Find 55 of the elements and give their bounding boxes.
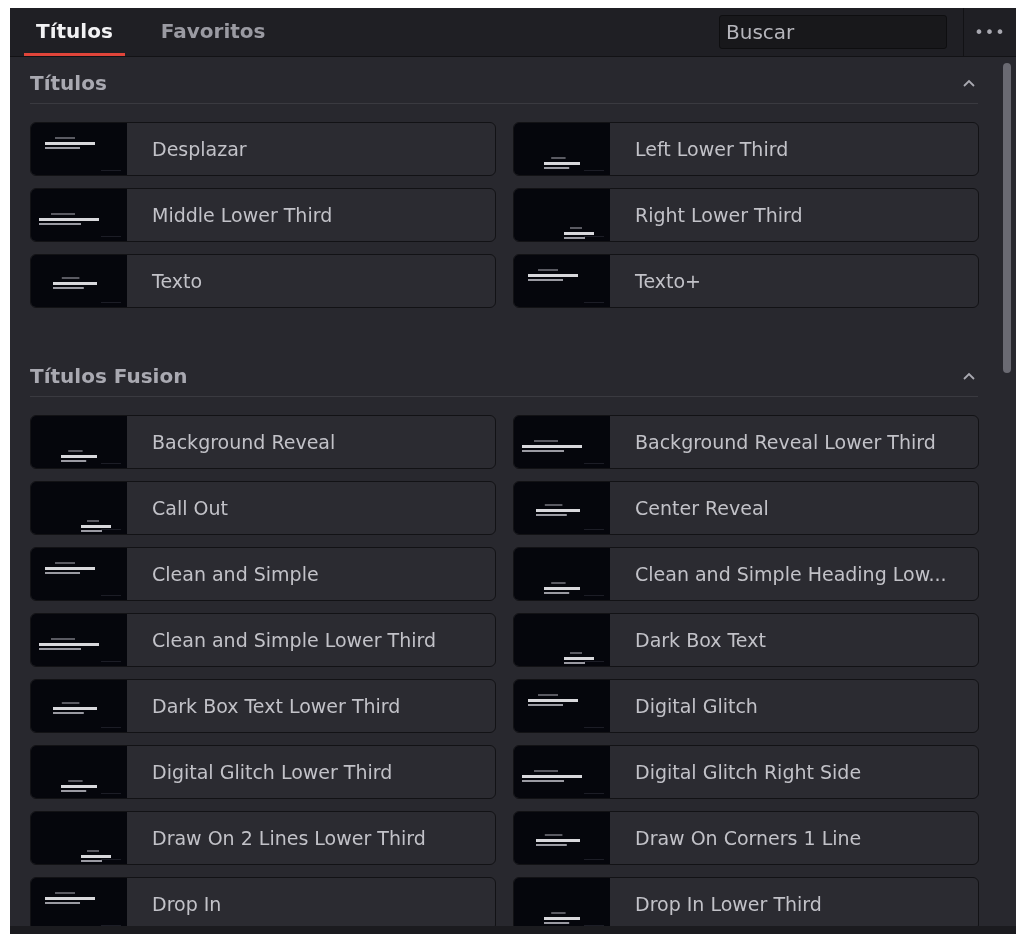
item-label: Clean and Simple (152, 563, 319, 585)
title-item[interactable]: Left Lower Third (513, 122, 979, 176)
item-label: Texto (152, 270, 203, 292)
item-label: Digital Glitch (635, 695, 758, 717)
chevron-icon[interactable] (962, 78, 976, 88)
title-item[interactable]: Digital Glitch (513, 679, 979, 733)
title-item[interactable]: Digital Glitch Lower Third (30, 745, 496, 799)
item-label: Background Reveal (152, 431, 336, 453)
item-label: Left Lower Third (635, 138, 789, 160)
item-label: Draw On 2 Lines Lower Third (152, 827, 426, 849)
tab[interactable]: Favoritos (148, 8, 278, 56)
chevron-icon[interactable] (962, 371, 976, 381)
section-title: Títulos Fusion (30, 364, 188, 388)
more-button[interactable]: ••• (964, 8, 1016, 56)
section-header[interactable]: Títulos Fusion (30, 364, 978, 397)
item-label: Dark Box Text Lower Third (152, 695, 401, 717)
title-item[interactable]: Digital Glitch Right Side (513, 745, 979, 799)
title-item[interactable]: Draw On Corners 1 Line (513, 811, 979, 865)
title-item[interactable]: Draw On 2 Lines Lower Third (30, 811, 496, 865)
title-item[interactable]: Background Reveal Lower Third (513, 415, 979, 469)
section-header[interactable]: Títulos (30, 71, 978, 104)
title-item[interactable]: Texto (30, 254, 496, 308)
title-item[interactable]: Right Lower Third (513, 188, 979, 242)
title-item[interactable]: Desplazar (30, 122, 496, 176)
item-label: Dark Box Text (635, 629, 766, 651)
title-item[interactable]: Middle Lower Third (30, 188, 496, 242)
search-field[interactable]: Buscar (719, 15, 947, 49)
item-label: Desplazar (152, 138, 247, 160)
title-item[interactable]: Background Reveal (30, 415, 496, 469)
title-item[interactable]: Texto+ (513, 254, 979, 308)
item-label: Draw On Corners 1 Line (635, 827, 862, 849)
tab[interactable]: Títulos (24, 8, 125, 56)
item-label: Digital Glitch Lower Third (152, 761, 393, 783)
item-label: Drop In (152, 893, 222, 915)
scrollbar-thumb[interactable] (1003, 63, 1011, 373)
item-label: Center Reveal (635, 497, 769, 519)
title-item[interactable]: Dark Box Text (513, 613, 979, 667)
item-label: Clean and Simple Lower Third (152, 629, 437, 651)
item-label: Middle Lower Third (152, 204, 333, 226)
item-label: Call Out (152, 497, 228, 519)
title-item[interactable]: Clean and Simple Heading Low... (513, 547, 979, 601)
title-item[interactable]: Drop In Lower Third (513, 877, 979, 926)
section-title: Títulos (30, 71, 107, 95)
item-label: Digital Glitch Right Side (635, 761, 862, 783)
item-label: Clean and Simple Heading Low... (635, 563, 947, 585)
title-item[interactable]: Clean and Simple Lower Third (30, 613, 496, 667)
title-item[interactable]: Call Out (30, 481, 496, 535)
title-item[interactable]: Dark Box Text Lower Third (30, 679, 496, 733)
item-label: Right Lower Third (635, 204, 803, 226)
title-item[interactable]: Center Reveal (513, 481, 979, 535)
item-label: Texto+ (635, 270, 701, 292)
item-label: Background Reveal Lower Third (635, 431, 936, 453)
title-item[interactable]: Clean and Simple (30, 547, 496, 601)
title-item[interactable]: Drop In (30, 877, 496, 926)
item-label: Drop In Lower Third (635, 893, 822, 915)
